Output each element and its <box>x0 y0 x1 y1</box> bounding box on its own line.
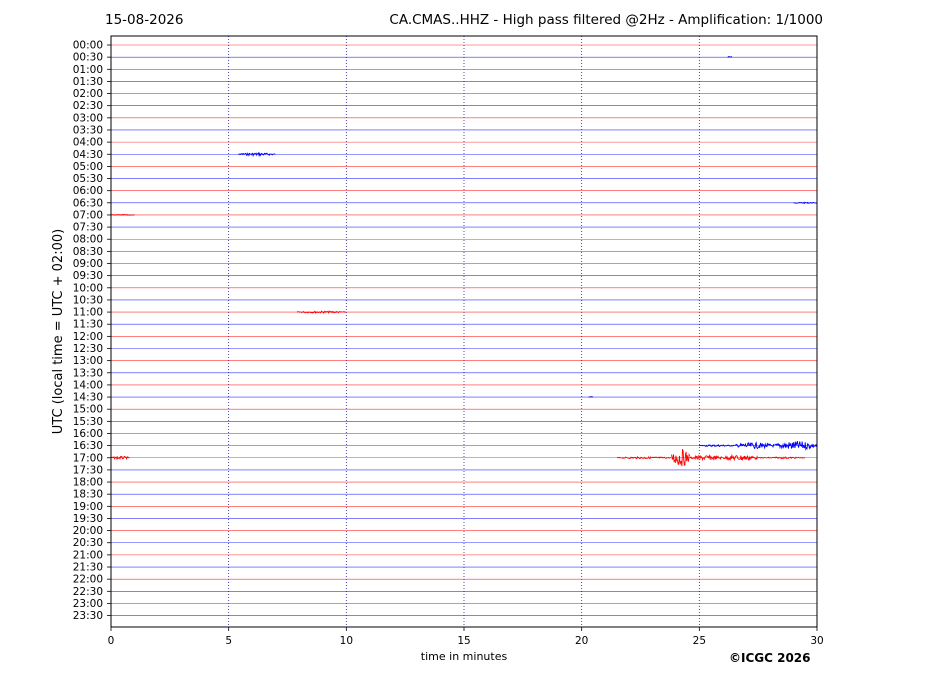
y-tick-label: 05:00 <box>73 161 103 173</box>
y-tick-label: 17:00 <box>73 452 103 464</box>
y-tick-label: 21:30 <box>73 562 103 574</box>
seismic-event-trace <box>296 310 347 314</box>
y-tick-label: 16:00 <box>73 428 103 440</box>
y-tick-label: 13:00 <box>73 355 103 367</box>
date-label: 15-08-2026 <box>105 12 184 28</box>
y-tick-label: 13:30 <box>73 367 103 379</box>
x-tick-label: 25 <box>693 635 706 647</box>
y-tick-label: 09:30 <box>73 270 103 282</box>
y-tick-label: 14:00 <box>73 379 103 391</box>
y-tick-label: 15:30 <box>73 416 103 428</box>
y-tick-label: 10:30 <box>73 294 103 306</box>
seismic-event-trace <box>698 444 735 448</box>
y-tick-label: 02:00 <box>73 88 103 100</box>
y-tick-label: 17:30 <box>73 464 103 476</box>
y-tick-label: 16:30 <box>73 440 103 452</box>
x-tick-label: 10 <box>340 635 353 647</box>
y-tick-label: 22:30 <box>73 586 103 598</box>
y-tick-label: 04:00 <box>73 137 103 149</box>
x-tick-label: 30 <box>810 635 823 647</box>
seismic-event-trace <box>237 151 276 158</box>
plot-frame <box>110 35 818 628</box>
copyright-label: ©ICGC 2026 <box>729 651 811 665</box>
y-tick-label: 21:00 <box>73 549 103 561</box>
y-tick-label: 11:30 <box>73 319 103 331</box>
y-tick-label: 20:00 <box>73 525 103 537</box>
y-tick-label: 18:30 <box>73 489 103 501</box>
y-tick-label: 15:00 <box>73 404 103 416</box>
seismic-event-trace <box>757 456 806 460</box>
y-tick-label: 10:00 <box>73 282 103 294</box>
y-tick-label: 12:00 <box>73 331 103 343</box>
x-tick-label: 15 <box>457 635 470 647</box>
seismic-event-trace <box>793 201 818 205</box>
y-tick-label: 05:30 <box>73 173 103 185</box>
y-tick-label: 07:00 <box>73 209 103 221</box>
y-tick-label: 04:30 <box>73 149 103 161</box>
seismic-event-trace <box>616 455 672 460</box>
y-tick-label: 12:30 <box>73 343 103 355</box>
y-tick-label: 07:30 <box>73 222 103 234</box>
y-tick-label: 02:30 <box>73 100 103 112</box>
y-tick-label: 08:00 <box>73 234 103 246</box>
y-tick-label: 19:30 <box>73 513 103 525</box>
y-tick-label: 06:00 <box>73 185 103 197</box>
y-tick-label: 06:30 <box>73 197 103 209</box>
x-axis-label: time in minutes <box>421 650 508 663</box>
seismic-event-trace <box>588 396 594 398</box>
y-tick-label: 19:00 <box>73 501 103 513</box>
y-tick-label: 00:30 <box>73 52 103 64</box>
y-tick-label: 20:30 <box>73 537 103 549</box>
seismic-event-trace <box>774 441 818 451</box>
y-tick-label: 03:30 <box>73 124 103 136</box>
x-tick-label: 0 <box>108 635 115 647</box>
y-tick-label: 14:30 <box>73 392 103 404</box>
y-tick-label: 01:30 <box>73 76 103 88</box>
y-tick-label: 22:00 <box>73 574 103 586</box>
y-tick-label: 23:30 <box>73 610 103 622</box>
y-tick-label: 00:00 <box>73 40 103 52</box>
x-tick-label: 5 <box>225 635 232 647</box>
y-tick-label: 01:00 <box>73 64 103 76</box>
y-tick-label: 18:00 <box>73 477 103 489</box>
y-tick-label: 03:00 <box>73 112 103 124</box>
y-axis-label: UTC (local time = UTC + 02:00) <box>51 229 66 434</box>
y-tick-label: 11:00 <box>73 307 103 319</box>
x-tick-label: 20 <box>575 635 588 647</box>
chart-title: CA.CMAS..HHZ - High pass filtered @2Hz -… <box>389 12 823 28</box>
y-tick-label: 08:30 <box>73 246 103 258</box>
y-tick-label: 09:00 <box>73 258 103 270</box>
seismogram-chart: 00:0000:3001:0001:3002:0002:3003:0003:30… <box>51 35 824 663</box>
y-tick-label: 23:00 <box>73 598 103 610</box>
